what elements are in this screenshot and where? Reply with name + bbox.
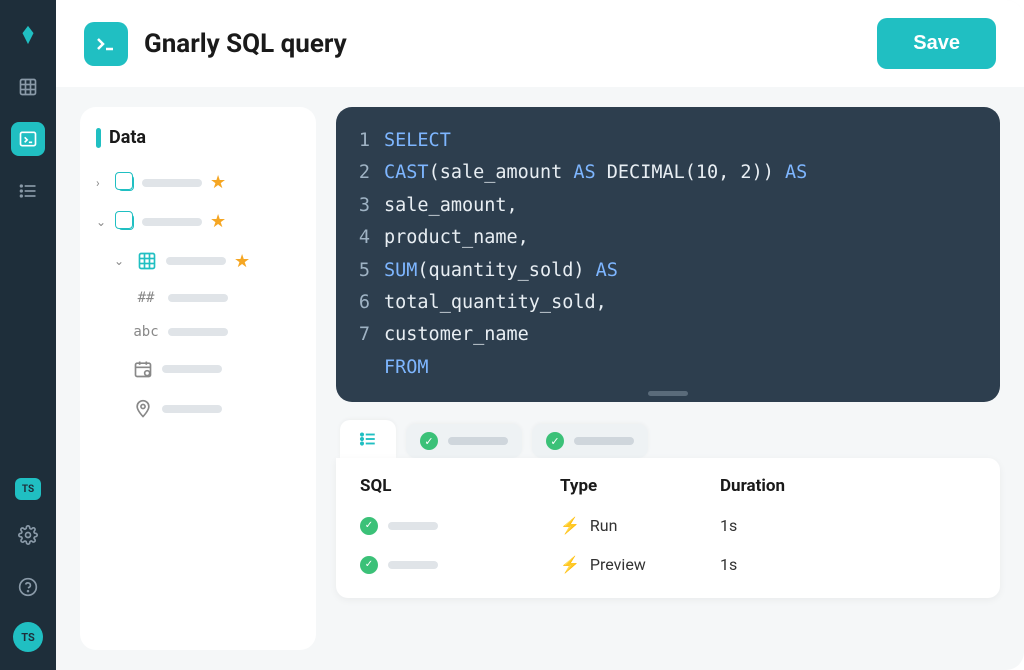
col-header-type: Type bbox=[560, 476, 720, 496]
skeleton-text bbox=[168, 328, 228, 336]
tree-row[interactable]: abc bbox=[96, 320, 300, 344]
location-icon bbox=[132, 398, 154, 420]
results-panel: ✓ ✓ SQL Type Duration bbox=[336, 420, 1000, 598]
code-text: product_name, bbox=[384, 222, 529, 254]
line-number: 1 bbox=[356, 125, 384, 157]
tree-row[interactable] bbox=[96, 354, 300, 384]
avatar[interactable]: TS bbox=[13, 622, 43, 652]
skeleton-text bbox=[142, 218, 202, 226]
table-icon bbox=[136, 250, 158, 272]
table-row[interactable]: ✓ ⚡ Run 1s bbox=[336, 506, 1000, 545]
code-line: 3sale_amount, bbox=[356, 190, 980, 222]
tab-list[interactable] bbox=[340, 420, 396, 458]
star-icon[interactable]: ★ bbox=[234, 251, 250, 272]
code-line: 6total_quantity_sold, bbox=[356, 287, 980, 319]
col-header-sql: SQL bbox=[360, 476, 560, 496]
list-icon bbox=[358, 430, 378, 448]
line-number: 3 bbox=[356, 190, 384, 222]
skeleton-text bbox=[574, 437, 634, 445]
sql-editor[interactable]: 1SELECT2CAST(sale_amount AS DECIMAL(10, … bbox=[336, 107, 1000, 402]
tab-result-2[interactable]: ✓ bbox=[532, 424, 648, 458]
row-duration: 1s bbox=[720, 555, 976, 574]
terminal-icon bbox=[84, 22, 128, 66]
chevron-down-icon: ⌄ bbox=[114, 254, 128, 268]
check-icon: ✓ bbox=[360, 517, 378, 535]
line-number bbox=[356, 352, 384, 384]
tree-row[interactable]: ⌄★ bbox=[96, 246, 300, 276]
code-line: 1SELECT bbox=[356, 125, 980, 157]
data-panel: Data ›★⌄★⌄★##abc bbox=[80, 107, 316, 650]
row-type: Preview bbox=[590, 555, 646, 574]
col-header-duration: Duration bbox=[720, 476, 976, 496]
skeleton-text bbox=[162, 365, 222, 373]
check-icon: ✓ bbox=[360, 556, 378, 574]
line-number: 5 bbox=[356, 255, 384, 287]
ts-badge[interactable]: TS bbox=[15, 478, 41, 500]
code-text: sale_amount, bbox=[384, 190, 518, 222]
star-icon[interactable]: ★ bbox=[210, 172, 226, 193]
logo-icon[interactable] bbox=[11, 18, 45, 52]
dataset-icon bbox=[118, 175, 134, 191]
code-line: 7customer_name bbox=[356, 319, 980, 351]
line-number: 2 bbox=[356, 157, 384, 189]
code-text: CAST(sale_amount AS DECIMAL(10, 2)) AS bbox=[384, 157, 807, 189]
line-number: 7 bbox=[356, 319, 384, 351]
code-line: 4product_name, bbox=[356, 222, 980, 254]
line-number: 6 bbox=[356, 287, 384, 319]
row-type: Run bbox=[590, 516, 618, 535]
check-icon: ✓ bbox=[546, 432, 564, 450]
save-button[interactable]: Save bbox=[877, 18, 996, 69]
tree-row[interactable]: ›★ bbox=[96, 168, 300, 197]
code-text: total_quantity_sold, bbox=[384, 287, 607, 319]
tree-row[interactable]: ## bbox=[96, 286, 300, 310]
skeleton-text bbox=[166, 257, 226, 265]
help-icon[interactable] bbox=[11, 570, 45, 604]
dataset-icon bbox=[118, 214, 134, 230]
code-text: FROM bbox=[384, 352, 429, 384]
results-table: SQL Type Duration ✓ ⚡ Run 1s ✓ ⚡ Preview 1s bbox=[336, 458, 1000, 598]
data-tree: ›★⌄★⌄★##abc bbox=[96, 168, 300, 424]
nav-grid[interactable] bbox=[11, 70, 45, 104]
code-text: SELECT bbox=[384, 125, 451, 157]
tree-row[interactable] bbox=[96, 394, 300, 424]
tab-result-1[interactable]: ✓ bbox=[406, 424, 522, 458]
page-title: Gnarly SQL query bbox=[144, 29, 861, 59]
calendar-icon bbox=[132, 358, 154, 380]
skeleton-text bbox=[388, 561, 438, 569]
resize-handle[interactable] bbox=[648, 391, 688, 396]
skeleton-text bbox=[448, 437, 508, 445]
code-line: 5SUM(quantity_sold) AS bbox=[356, 255, 980, 287]
check-icon: ✓ bbox=[420, 432, 438, 450]
accent-bar bbox=[96, 128, 101, 148]
code-text: SUM(quantity_sold) AS bbox=[384, 255, 618, 287]
bolt-icon: ⚡ bbox=[560, 555, 580, 574]
skeleton-text bbox=[388, 522, 438, 530]
line-number: 4 bbox=[356, 222, 384, 254]
table-row[interactable]: ✓ ⚡ Preview 1s bbox=[336, 545, 1000, 584]
bolt-icon: ⚡ bbox=[560, 516, 580, 535]
column-type-icon: ## bbox=[132, 290, 160, 306]
header: Gnarly SQL query Save bbox=[56, 0, 1024, 87]
code-text: customer_name bbox=[384, 319, 529, 351]
chevron-right-icon: › bbox=[96, 176, 110, 190]
skeleton-text bbox=[142, 179, 202, 187]
chevron-down-icon: ⌄ bbox=[96, 215, 110, 229]
skeleton-text bbox=[168, 294, 228, 302]
code-line: FROM bbox=[356, 352, 980, 384]
nav-list[interactable] bbox=[11, 174, 45, 208]
tree-row[interactable]: ⌄★ bbox=[96, 207, 300, 236]
settings-icon[interactable] bbox=[11, 518, 45, 552]
data-panel-title: Data bbox=[109, 127, 146, 148]
nav-terminal[interactable] bbox=[11, 122, 45, 156]
skeleton-text bbox=[162, 405, 222, 413]
row-duration: 1s bbox=[720, 516, 976, 535]
code-line: 2CAST(sale_amount AS DECIMAL(10, 2)) AS bbox=[356, 157, 980, 189]
sidebar-nav: TS TS bbox=[0, 0, 56, 670]
column-type-icon: abc bbox=[132, 324, 160, 340]
star-icon[interactable]: ★ bbox=[210, 211, 226, 232]
